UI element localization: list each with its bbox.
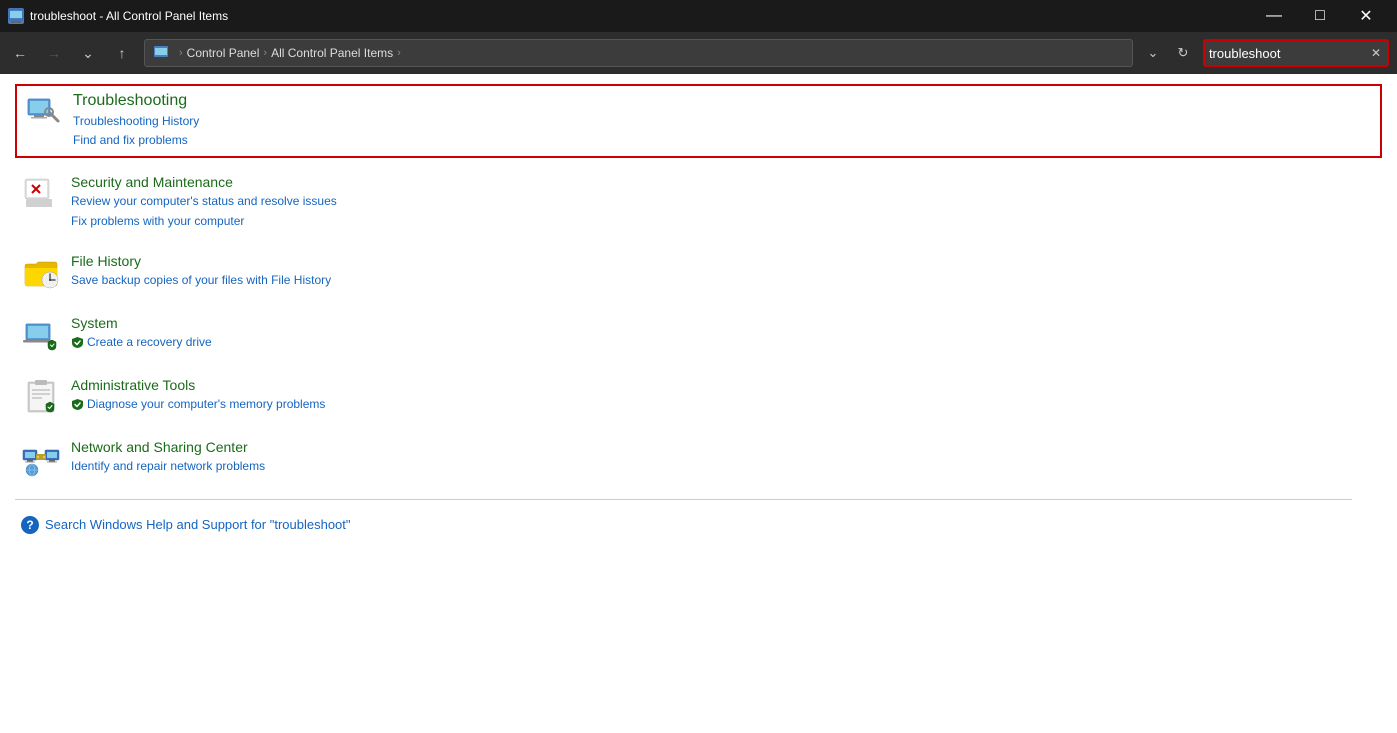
security-link-0[interactable]: Review your computer's status and resolv… <box>71 192 337 211</box>
search-input[interactable] <box>1209 46 1369 61</box>
admin-tools-text: Administrative Tools Diagnose your compu… <box>71 377 325 414</box>
result-item-file-history[interactable]: File History Save backup copies of your … <box>15 245 1382 301</box>
refresh-button[interactable]: ↻ <box>1169 39 1197 67</box>
shield-icon-admin <box>71 398 84 411</box>
result-item-troubleshooting[interactable]: Troubleshooting Troubleshooting History … <box>15 84 1382 158</box>
troubleshooting-icon <box>23 92 63 132</box>
maximize-button[interactable]: □ <box>1297 0 1343 32</box>
search-box[interactable]: ✕ <box>1203 39 1389 67</box>
security-icon <box>21 174 61 214</box>
help-link-container[interactable]: ? Search Windows Help and Support for "t… <box>15 512 1382 538</box>
troubleshooting-title: Troubleshooting <box>73 92 199 110</box>
address-control-panel[interactable]: Control Panel <box>187 46 260 60</box>
address-bar[interactable]: › Control Panel › All Control Panel Item… <box>144 39 1133 67</box>
file-history-icon <box>21 253 61 293</box>
result-item-admin-tools[interactable]: Administrative Tools Diagnose your compu… <box>15 369 1382 425</box>
file-history-link-0[interactable]: Save backup copies of your files with Fi… <box>71 271 331 290</box>
window-title: troubleshoot - All Control Panel Items <box>30 9 1251 23</box>
troubleshooting-text: Troubleshooting Troubleshooting History … <box>73 92 199 150</box>
address-actions: ⌄ ↻ <box>1139 39 1197 67</box>
up-button[interactable]: ↑ <box>106 37 138 69</box>
back-button[interactable]: ← <box>4 37 36 69</box>
address-all-control-panel[interactable]: All Control Panel Items <box>271 46 393 60</box>
network-text: Network and Sharing Center Identify and … <box>71 439 265 476</box>
network-link-0[interactable]: Identify and repair network problems <box>71 457 265 476</box>
nav-bar: ← → ⌄ ↑ › Control Panel › All Control Pa… <box>0 32 1397 74</box>
help-icon: ? <box>21 516 39 534</box>
result-item-system[interactable]: System Create a recovery drive <box>15 307 1382 363</box>
security-text: Security and Maintenance Review your com… <box>71 174 337 230</box>
minimize-button[interactable]: — <box>1251 0 1297 32</box>
admin-tools-title: Administrative Tools <box>71 377 325 393</box>
file-history-title: File History <box>71 253 331 269</box>
address-sep-1: › <box>263 47 267 59</box>
window-controls: — □ ✕ <box>1251 0 1389 32</box>
security-title: Security and Maintenance <box>71 174 337 190</box>
security-link-1[interactable]: Fix problems with your computer <box>71 212 337 231</box>
recent-locations-button[interactable]: ⌄ <box>72 37 104 69</box>
address-sep-0: › <box>179 47 183 59</box>
troubleshooting-link-0[interactable]: Troubleshooting History <box>73 112 199 131</box>
forward-button[interactable]: → <box>38 37 70 69</box>
admin-tools-link-0[interactable]: Diagnose your computer's memory problems <box>87 395 325 414</box>
system-link-0[interactable]: Create a recovery drive <box>87 333 212 352</box>
help-link[interactable]: Search Windows Help and Support for "tro… <box>45 517 351 532</box>
content-divider <box>15 499 1352 500</box>
address-dropdown-button[interactable]: ⌄ <box>1139 39 1167 67</box>
title-bar: troubleshoot - All Control Panel Items —… <box>0 0 1397 32</box>
admin-tools-icon <box>21 377 61 417</box>
file-history-text: File History Save backup copies of your … <box>71 253 331 290</box>
address-sep-2: › <box>397 47 401 59</box>
system-icon <box>21 315 61 355</box>
network-icon <box>21 439 61 479</box>
network-title: Network and Sharing Center <box>71 439 265 455</box>
system-title: System <box>71 315 212 331</box>
app-icon <box>8 8 24 24</box>
result-item-security[interactable]: Security and Maintenance Review your com… <box>15 166 1382 238</box>
close-button[interactable]: ✕ <box>1343 0 1389 32</box>
troubleshooting-link-1[interactable]: Find and fix problems <box>73 131 199 150</box>
main-content: Troubleshooting Troubleshooting History … <box>0 74 1397 733</box>
system-text: System Create a recovery drive <box>71 315 212 352</box>
result-item-network[interactable]: Network and Sharing Center Identify and … <box>15 431 1382 487</box>
search-clear-button[interactable]: ✕ <box>1369 44 1383 62</box>
shield-icon-system <box>71 336 84 349</box>
